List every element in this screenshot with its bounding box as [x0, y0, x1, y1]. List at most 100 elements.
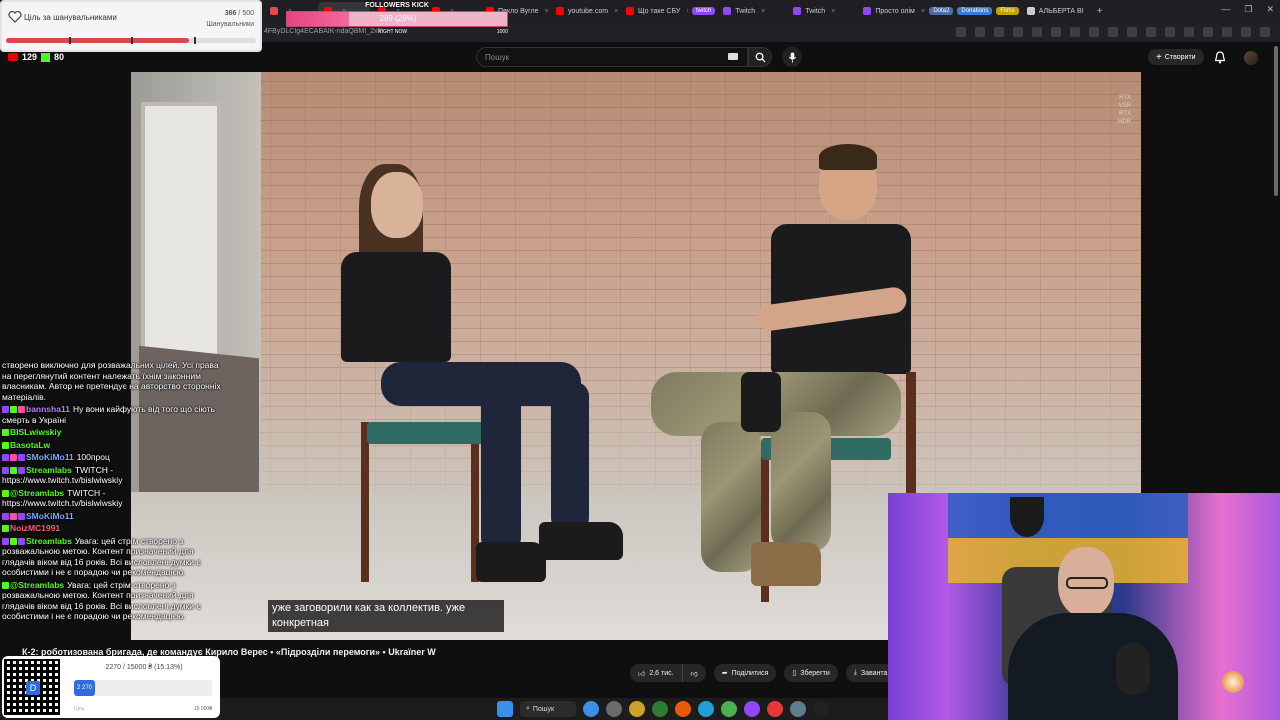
tab-close-icon[interactable]: × — [761, 8, 765, 15]
chat-badge-icon — [10, 406, 17, 413]
browser-tab[interactable]: Twitch × — [717, 2, 785, 20]
extension-icon[interactable] — [1184, 27, 1194, 37]
extension-icon[interactable] — [1203, 27, 1213, 37]
extension-icon[interactable] — [1070, 27, 1080, 37]
notifications-bell-icon[interactable] — [1214, 51, 1226, 64]
followers-kick-widget: FOLLOWERS KICK 289 (28%) RIGHT NOW 1000 — [286, 0, 508, 36]
chat-username: SMoKiMo11 — [26, 452, 74, 462]
thumbs-up-icon: 👍︎ — [638, 670, 646, 678]
dislike-button[interactable]: 👎︎ — [681, 664, 706, 682]
video-actions: 👍︎ 2,6 тис. 👎︎ ➦ Поділитися ▯ Зберегти ⤓… — [630, 664, 896, 682]
donation-goal-label: Ціль — [74, 706, 85, 712]
streamer-glasses — [1066, 577, 1108, 589]
chat-badge-icon — [18, 537, 25, 545]
new-tab-icon[interactable]: + — [1097, 6, 1103, 17]
chat-message: @Streamlabs Увага: цей стрім створено з р… — [2, 580, 222, 622]
start-menu-icon[interactable] — [497, 701, 513, 717]
taskbar-app-icon[interactable] — [675, 701, 691, 717]
extension-icon[interactable] — [1089, 27, 1099, 37]
viewer-counters: 129 80 — [8, 52, 64, 62]
search-icon — [755, 52, 766, 63]
chat-username: BasotaLw — [10, 439, 51, 450]
tab-group-pill[interactable]: Films — [996, 7, 1019, 15]
extension-icon[interactable] — [1241, 27, 1251, 37]
donation-goal-widget: D 2270 / 15000 ₴ (15.13%) 2 270 Ціль 15 … — [2, 656, 220, 718]
chat-message: bannsha11 Ну вони кайфують від того що сі… — [2, 404, 222, 425]
chat-username: SMoKiMo11 — [26, 510, 74, 521]
scrollbar-thumb[interactable] — [1274, 46, 1278, 196]
browser-tab[interactable]: Просто олім × — [857, 2, 925, 20]
extension-icon[interactable] — [994, 27, 1004, 37]
goal-current: 366 — [224, 10, 237, 17]
download-icon: ⤓ — [853, 669, 857, 676]
extension-icon[interactable] — [1127, 27, 1137, 37]
goal-unit: Шанувальники — [206, 21, 254, 28]
browser-tab[interactable]: Twitch × — [787, 2, 855, 20]
extension-icon[interactable] — [975, 27, 985, 37]
chat-badge-icon — [2, 466, 9, 474]
browser-tab[interactable]: Що таке СБУ × — [620, 2, 688, 20]
taskbar-search-label: Пошук — [532, 705, 555, 713]
taskbar-app-icon[interactable] — [629, 701, 645, 717]
chat-message: Streamlabs Увага: цей стрім створено з ро… — [2, 536, 222, 578]
share-button[interactable]: ➦ Поділитися — [713, 664, 777, 682]
extension-icon[interactable] — [1032, 27, 1042, 37]
like-button[interactable]: 👍︎ 2,6 тис. — [630, 664, 682, 682]
chat-username: Streamlabs — [26, 535, 72, 546]
voice-search-button[interactable] — [782, 47, 802, 67]
search-input[interactable]: Пошук — [476, 47, 748, 67]
chat-badge-icon — [18, 406, 25, 413]
chat-message: @Streamlabs TWITCH - https://www.twitch.t… — [2, 488, 222, 509]
browser-tab[interactable]: youtube.com × — [550, 2, 618, 20]
maximize-icon[interactable]: ❐ — [1244, 4, 1252, 15]
download-label: Заванта — [860, 669, 888, 677]
taskbar-app-icon[interactable] — [790, 701, 806, 717]
minimize-icon[interactable]: — — [1221, 4, 1230, 15]
webcam-emblem — [1010, 497, 1044, 537]
tab-group-pill[interactable]: Donations — [957, 7, 993, 15]
goal-milestone-mark — [131, 37, 133, 44]
extension-icon[interactable] — [1222, 27, 1232, 37]
taskbar-app-icon[interactable] — [721, 701, 737, 717]
tab-close-icon[interactable]: × — [831, 8, 835, 15]
close-icon[interactable]: ✕ — [1266, 4, 1274, 15]
tab-favicon-icon — [863, 7, 872, 15]
taskbar-app-icon[interactable] — [698, 701, 714, 717]
browser-tab[interactable]: АЛЬБЕРТА ВІ× — [1021, 2, 1089, 20]
tab-favicon-icon — [270, 7, 278, 15]
taskbar-app-icon[interactable] — [652, 701, 668, 717]
tab-close-icon[interactable]: × — [545, 8, 548, 15]
taskbar-app-icon[interactable] — [583, 701, 599, 717]
account-avatar[interactable] — [1244, 51, 1258, 65]
taskbar-app-icon[interactable] — [767, 701, 783, 717]
taskbar-app-icon[interactable] — [813, 701, 829, 717]
create-button[interactable]: + Створити — [1148, 49, 1204, 65]
extension-icon[interactable] — [956, 27, 966, 37]
tab-group-pill[interactable]: Dota2 — [929, 7, 954, 15]
thumbs-down-icon: 👎︎ — [690, 670, 698, 678]
tab-group-pill[interactable]: twitch — [692, 7, 716, 15]
taskbar-search[interactable]: ⌕ Пошук — [520, 701, 576, 717]
search-button[interactable] — [748, 47, 772, 67]
donation-progress-fill: 2 270 — [74, 680, 95, 696]
tab-close-icon[interactable]: × — [921, 8, 925, 15]
extension-icon[interactable] — [1260, 27, 1270, 37]
tab-label: Що таке СБУ — [638, 7, 681, 15]
chat-message: SMoKiMo11 100проц — [2, 452, 222, 463]
qr-code: D — [4, 659, 60, 715]
tab-close-icon[interactable]: × — [686, 8, 688, 15]
extension-icon[interactable] — [1165, 27, 1175, 37]
taskbar-app-icon[interactable] — [606, 701, 622, 717]
keyboard-icon[interactable] — [728, 53, 738, 60]
chat-username: BISLwiwskiy — [10, 427, 62, 437]
video-watermark: RTX VSR RTX HDR — [1118, 95, 1131, 125]
share-icon: ➦ — [721, 670, 728, 677]
extension-icon[interactable] — [1013, 27, 1023, 37]
extension-icon[interactable] — [1108, 27, 1118, 37]
save-button[interactable]: ▯ Зберегти — [784, 664, 838, 682]
extension-icon[interactable] — [1146, 27, 1156, 37]
extension-icon[interactable] — [1051, 27, 1061, 37]
followers-kick-max: 1000 — [496, 29, 508, 35]
tab-close-icon[interactable]: × — [614, 8, 618, 15]
taskbar-app-icon[interactable] — [744, 701, 760, 717]
